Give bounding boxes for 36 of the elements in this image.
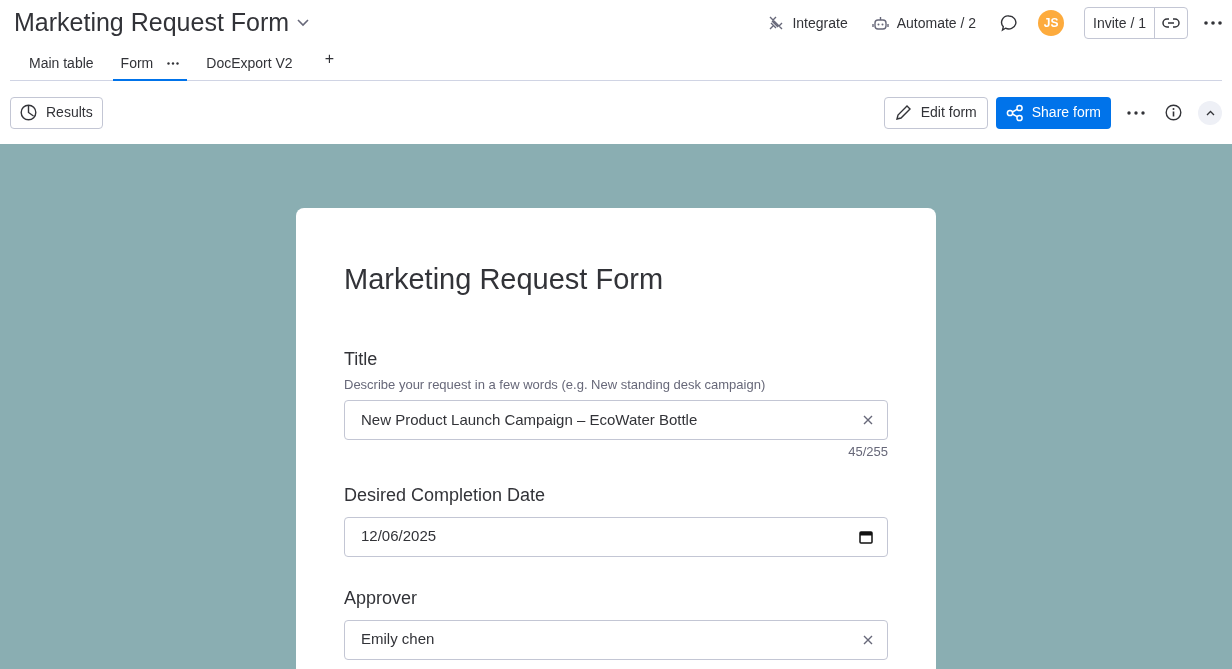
automate-button[interactable]: Automate / 2 bbox=[871, 12, 977, 34]
more-icon[interactable] bbox=[167, 61, 180, 65]
clear-icon[interactable] bbox=[863, 634, 873, 645]
add-tab-button[interactable]: + bbox=[324, 47, 334, 71]
field-label: Approver bbox=[344, 586, 419, 610]
integrate-button[interactable]: Integrate bbox=[768, 12, 848, 34]
pencil-icon bbox=[894, 104, 912, 121]
field-label: Desired Completion Date bbox=[344, 483, 547, 507]
clear-icon[interactable] bbox=[863, 415, 873, 425]
chevron-up-icon bbox=[1205, 109, 1215, 116]
edit-form-button[interactable]: Edit form bbox=[883, 96, 988, 129]
view-tab[interactable]: Main table bbox=[21, 47, 102, 81]
share-form-button[interactable]: Share form bbox=[995, 96, 1111, 129]
input-field[interactable]: Emily chen bbox=[344, 619, 888, 660]
clock-icon bbox=[20, 104, 37, 121]
view-tab[interactable]: Form bbox=[112, 47, 188, 81]
more-icon[interactable] bbox=[1127, 110, 1145, 115]
calendar-icon[interactable] bbox=[859, 529, 873, 544]
collapse-button[interactable] bbox=[1198, 100, 1222, 125]
field-label: Title bbox=[344, 347, 379, 371]
plug-icon bbox=[768, 15, 785, 31]
board-title[interactable]: Marketing Request Form bbox=[14, 4, 290, 42]
form-title: Marketing Request Form bbox=[344, 262, 665, 297]
view-tab[interactable]: DocExport V2 bbox=[198, 47, 301, 81]
field-description: Describe your request in a few words (e.g. New standing desk campaign) bbox=[344, 375, 767, 394]
date-field[interactable]: 12/06/2025 bbox=[344, 516, 888, 557]
input-field[interactable]: New Product Launch Campaign – EcoWater Bottle bbox=[344, 400, 888, 440]
share-icon bbox=[1005, 103, 1024, 122]
link-icon bbox=[1162, 18, 1180, 28]
more-icon[interactable] bbox=[1204, 21, 1222, 25]
results-button[interactable]: Results bbox=[10, 96, 103, 129]
chevron-down-icon[interactable] bbox=[297, 19, 310, 27]
info-icon[interactable] bbox=[1165, 104, 1182, 121]
comment-icon[interactable] bbox=[1000, 14, 1019, 32]
character-counter: 45/255 bbox=[848, 443, 888, 461]
robot-icon bbox=[871, 15, 889, 31]
